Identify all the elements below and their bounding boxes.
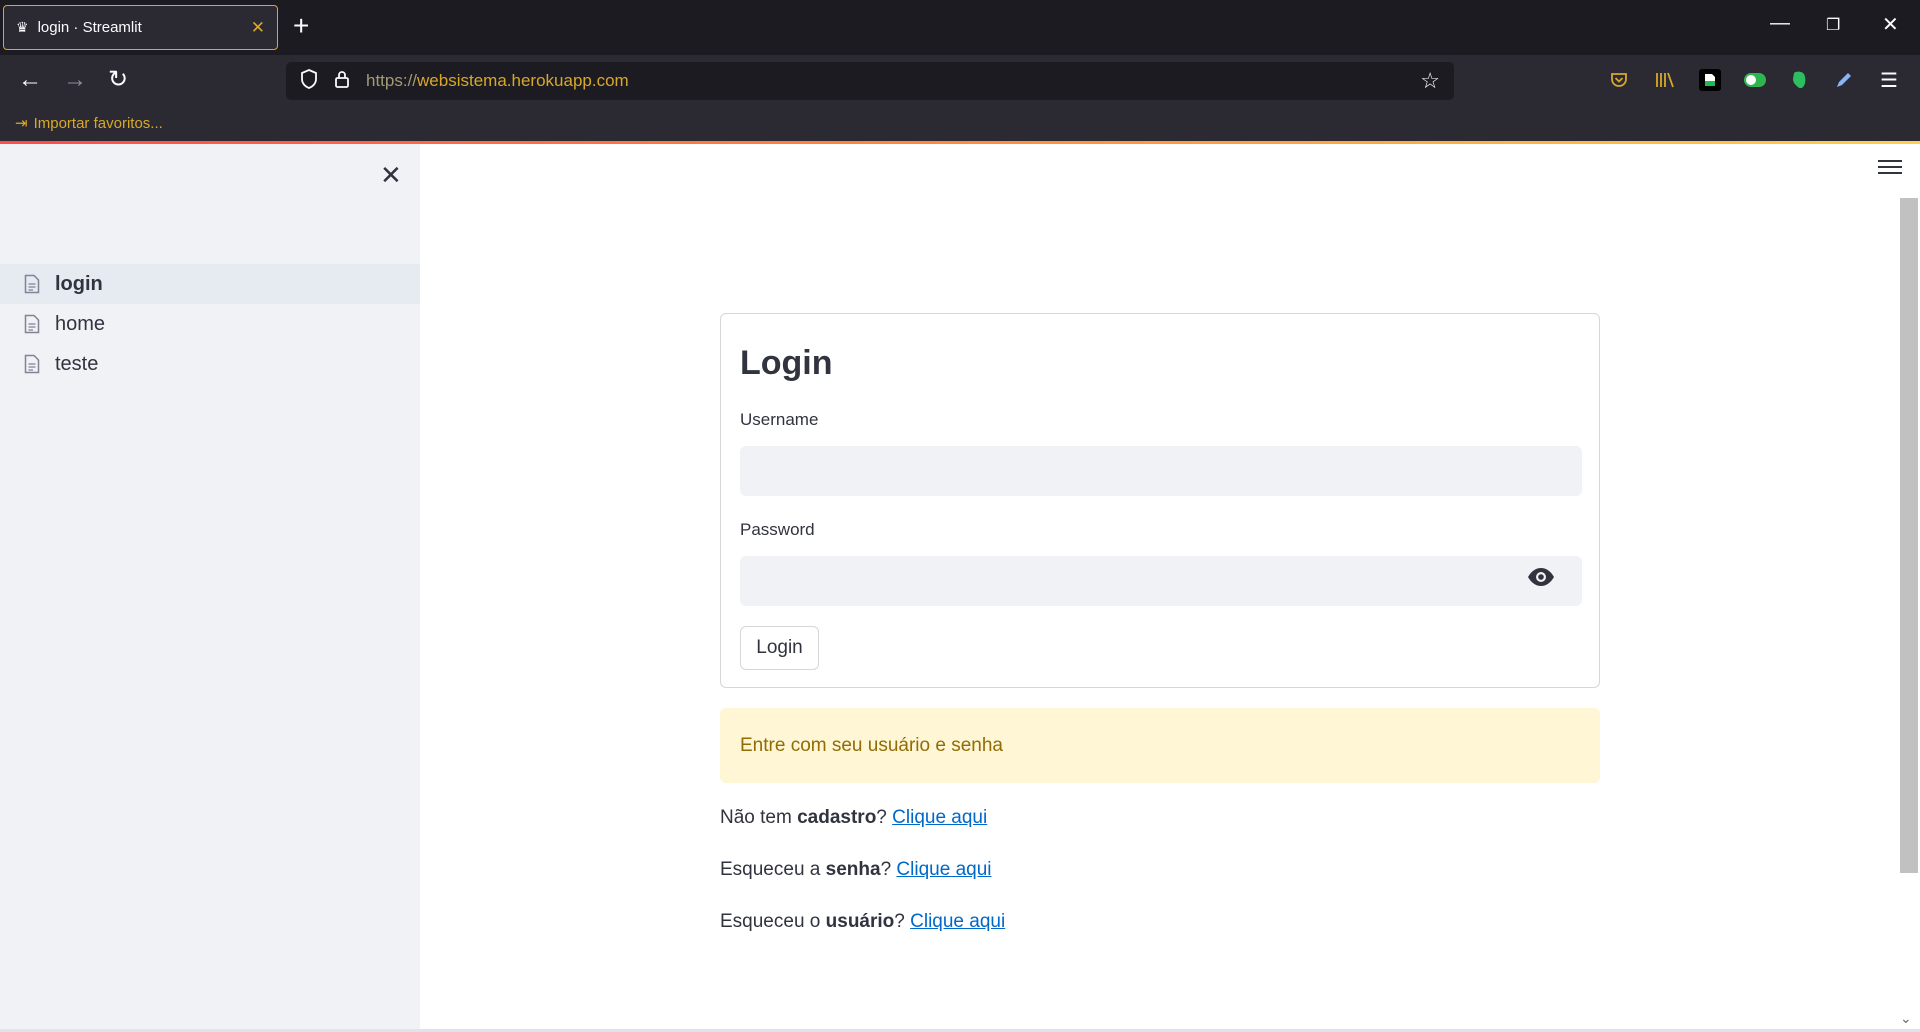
new-tab-button[interactable]: +	[293, 12, 309, 40]
crown-icon: ♛	[16, 19, 29, 35]
document-icon	[24, 354, 40, 374]
bookmark-star-icon[interactable]: ☆	[1420, 68, 1440, 94]
browser-menu-icon[interactable]: ☰	[1878, 69, 1900, 92]
shield-icon[interactable]	[300, 68, 318, 94]
alert-message: Entre com seu usuário e senha	[740, 734, 1003, 756]
scroll-down-icon[interactable]: ⌄	[1900, 1010, 1912, 1027]
forgot-username-line: Esqueceu o usuário? Clique aqui	[720, 911, 1006, 932]
forgot-password-link[interactable]: Clique aqui	[896, 859, 991, 880]
close-window-icon[interactable]: ✕	[1882, 12, 1899, 37]
back-icon[interactable]: ←	[18, 68, 42, 92]
warning-alert: Entre com seu usuário e senha	[720, 708, 1600, 783]
sidebar-nav: login home teste	[0, 264, 420, 384]
import-icon: ⇥	[15, 115, 28, 132]
form-title: Login	[740, 344, 833, 382]
tab-title: login · Streamlit	[37, 19, 142, 36]
url-bar[interactable]: https://websistema.herokuapp.com ☆	[286, 62, 1454, 100]
url-text[interactable]: https://websistema.herokuapp.com	[366, 71, 1420, 91]
sidebar: ✕ login home teste	[0, 144, 420, 1032]
browser-tab[interactable]: ♛ login · Streamlit ✕	[3, 5, 278, 50]
import-bookmarks-link[interactable]: ⇥ Importar favoritos...	[15, 114, 163, 133]
sidebar-item-label: teste	[55, 352, 99, 375]
forward-icon[interactable]: →	[63, 68, 87, 92]
login-form: Login Username Password Login	[720, 313, 1600, 688]
username-label: Username	[740, 410, 819, 429]
document-icon	[24, 274, 40, 294]
sidebar-item-login[interactable]: login	[0, 264, 420, 304]
forgot-password-line: Esqueceu a senha? Clique aqui	[720, 859, 992, 880]
signup-link[interactable]: Clique aqui	[892, 807, 987, 828]
sidebar-item-teste[interactable]: teste	[0, 344, 420, 384]
show-password-icon[interactable]	[1527, 567, 1555, 587]
browser-tab-bar: ♛ login · Streamlit ✕ + — ❐ ✕	[0, 0, 1920, 55]
login-button[interactable]: Login	[740, 626, 819, 670]
signup-line: Não tem cadastro? Clique aqui	[720, 807, 988, 828]
library-icon[interactable]	[1654, 69, 1676, 91]
close-sidebar-icon[interactable]: ✕	[380, 162, 402, 188]
pen-icon[interactable]	[1833, 69, 1855, 91]
sidebar-item-label: login	[55, 272, 103, 295]
scrollbar-thumb[interactable]	[1900, 198, 1918, 873]
pocket-icon[interactable]	[1608, 69, 1630, 91]
browser-nav-bar: ← → ↻ https://websistema.herokuapp.com ☆…	[0, 55, 1920, 106]
close-tab-icon[interactable]: ✕	[251, 18, 265, 38]
reload-icon[interactable]: ↻	[108, 68, 128, 92]
lock-icon[interactable]	[334, 69, 350, 94]
document-icon	[24, 314, 40, 334]
toggle-extension-icon[interactable]	[1744, 69, 1766, 91]
password-label: Password	[740, 520, 815, 539]
app-menu-icon[interactable]	[1878, 160, 1902, 178]
minimize-icon[interactable]: —	[1770, 12, 1790, 35]
evernote-icon[interactable]	[1788, 69, 1810, 91]
password-input[interactable]	[740, 556, 1582, 606]
sidebar-item-home[interactable]: home	[0, 304, 420, 344]
username-input[interactable]	[740, 446, 1582, 496]
forgot-username-link[interactable]: Clique aqui	[910, 911, 1005, 932]
sidebar-item-label: home	[55, 312, 106, 335]
extension-square-icon[interactable]	[1699, 69, 1721, 91]
bookmarks-bar: ⇥ Importar favoritos...	[0, 106, 1920, 141]
restore-icon[interactable]: ❐	[1826, 15, 1840, 35]
